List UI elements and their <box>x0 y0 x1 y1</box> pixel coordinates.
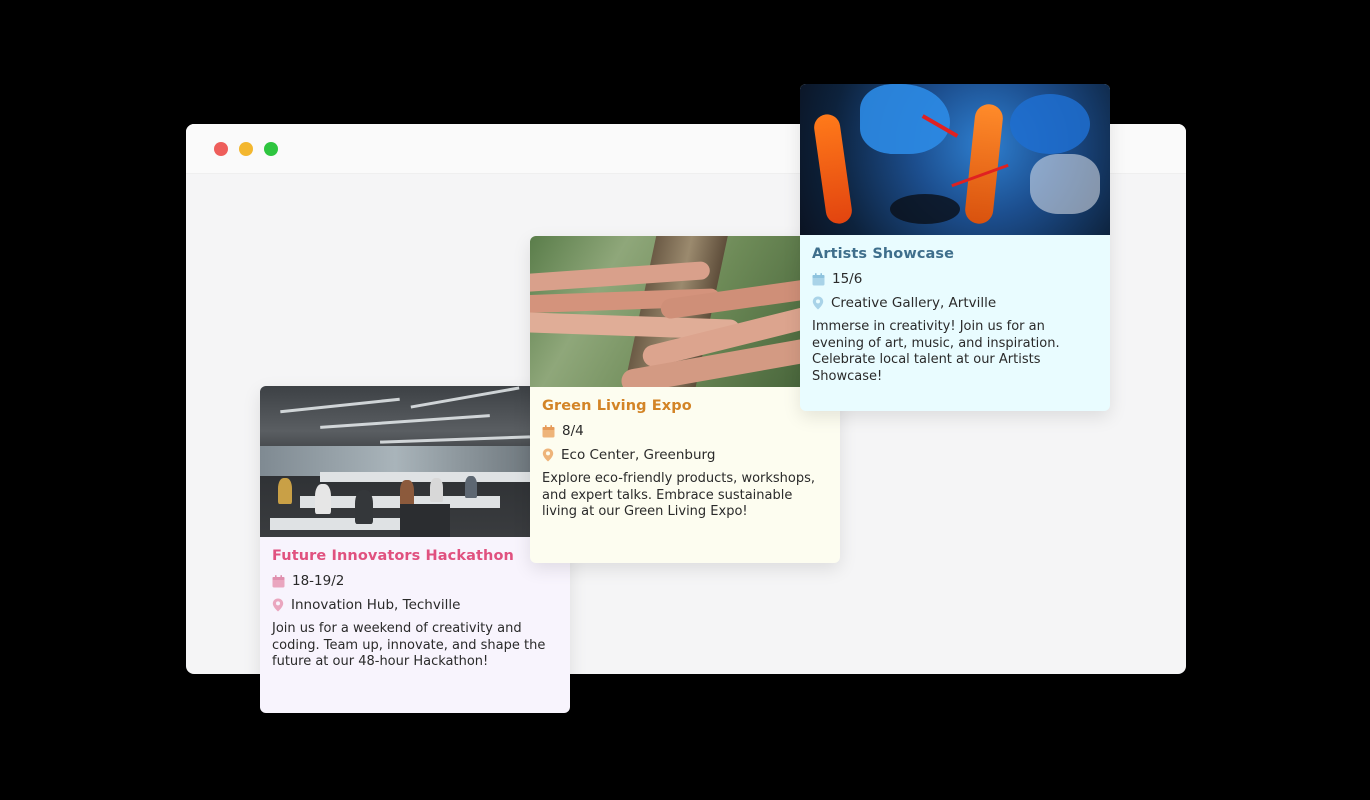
maximize-window-button[interactable] <box>264 142 278 156</box>
event-card-hackathon[interactable]: Future Innovators Hackathon 18-19/2 Inno… <box>260 386 570 713</box>
event-title[interactable]: Artists Showcase <box>812 246 1098 262</box>
event-card-artists-showcase[interactable]: Artists Showcase 15/6 Creative Gallery, … <box>800 84 1110 411</box>
event-date-row: 15/6 <box>812 271 1098 287</box>
event-title[interactable]: Future Innovators Hackathon <box>272 548 558 564</box>
event-location: Creative Gallery, Artville <box>831 295 997 311</box>
event-date-row: 8/4 <box>542 423 828 439</box>
event-image-hackathon <box>260 386 570 537</box>
event-location: Eco Center, Greenburg <box>561 447 716 463</box>
event-date-row: 18-19/2 <box>272 573 558 589</box>
map-pin-icon <box>272 598 284 612</box>
event-card-green-living[interactable]: Green Living Expo 8/4 Eco Center, Greenb… <box>530 236 840 563</box>
event-date: 8/4 <box>562 423 584 439</box>
map-pin-icon <box>542 448 554 462</box>
minimize-window-button[interactable] <box>239 142 253 156</box>
calendar-icon <box>272 574 285 587</box>
event-image-green-living <box>530 236 840 387</box>
event-description: Immerse in creativity! Join us for an ev… <box>812 319 1060 384</box>
event-location: Innovation Hub, Techville <box>291 597 461 613</box>
event-title[interactable]: Green Living Expo <box>542 398 828 414</box>
calendar-icon <box>542 424 555 437</box>
map-pin-icon <box>812 296 824 310</box>
event-image-artists-showcase <box>800 84 1110 235</box>
event-date: 15/6 <box>832 271 863 287</box>
event-description: Explore eco-friendly products, workshops… <box>542 471 816 519</box>
calendar-icon <box>812 272 825 285</box>
event-date: 18-19/2 <box>292 573 345 589</box>
event-location-row: Creative Gallery, Artville <box>812 295 1098 311</box>
close-window-button[interactable] <box>214 142 228 156</box>
event-location-row: Innovation Hub, Techville <box>272 597 558 613</box>
event-location-row: Eco Center, Greenburg <box>542 447 828 463</box>
event-description: Join us for a weekend of creativity and … <box>272 621 546 669</box>
